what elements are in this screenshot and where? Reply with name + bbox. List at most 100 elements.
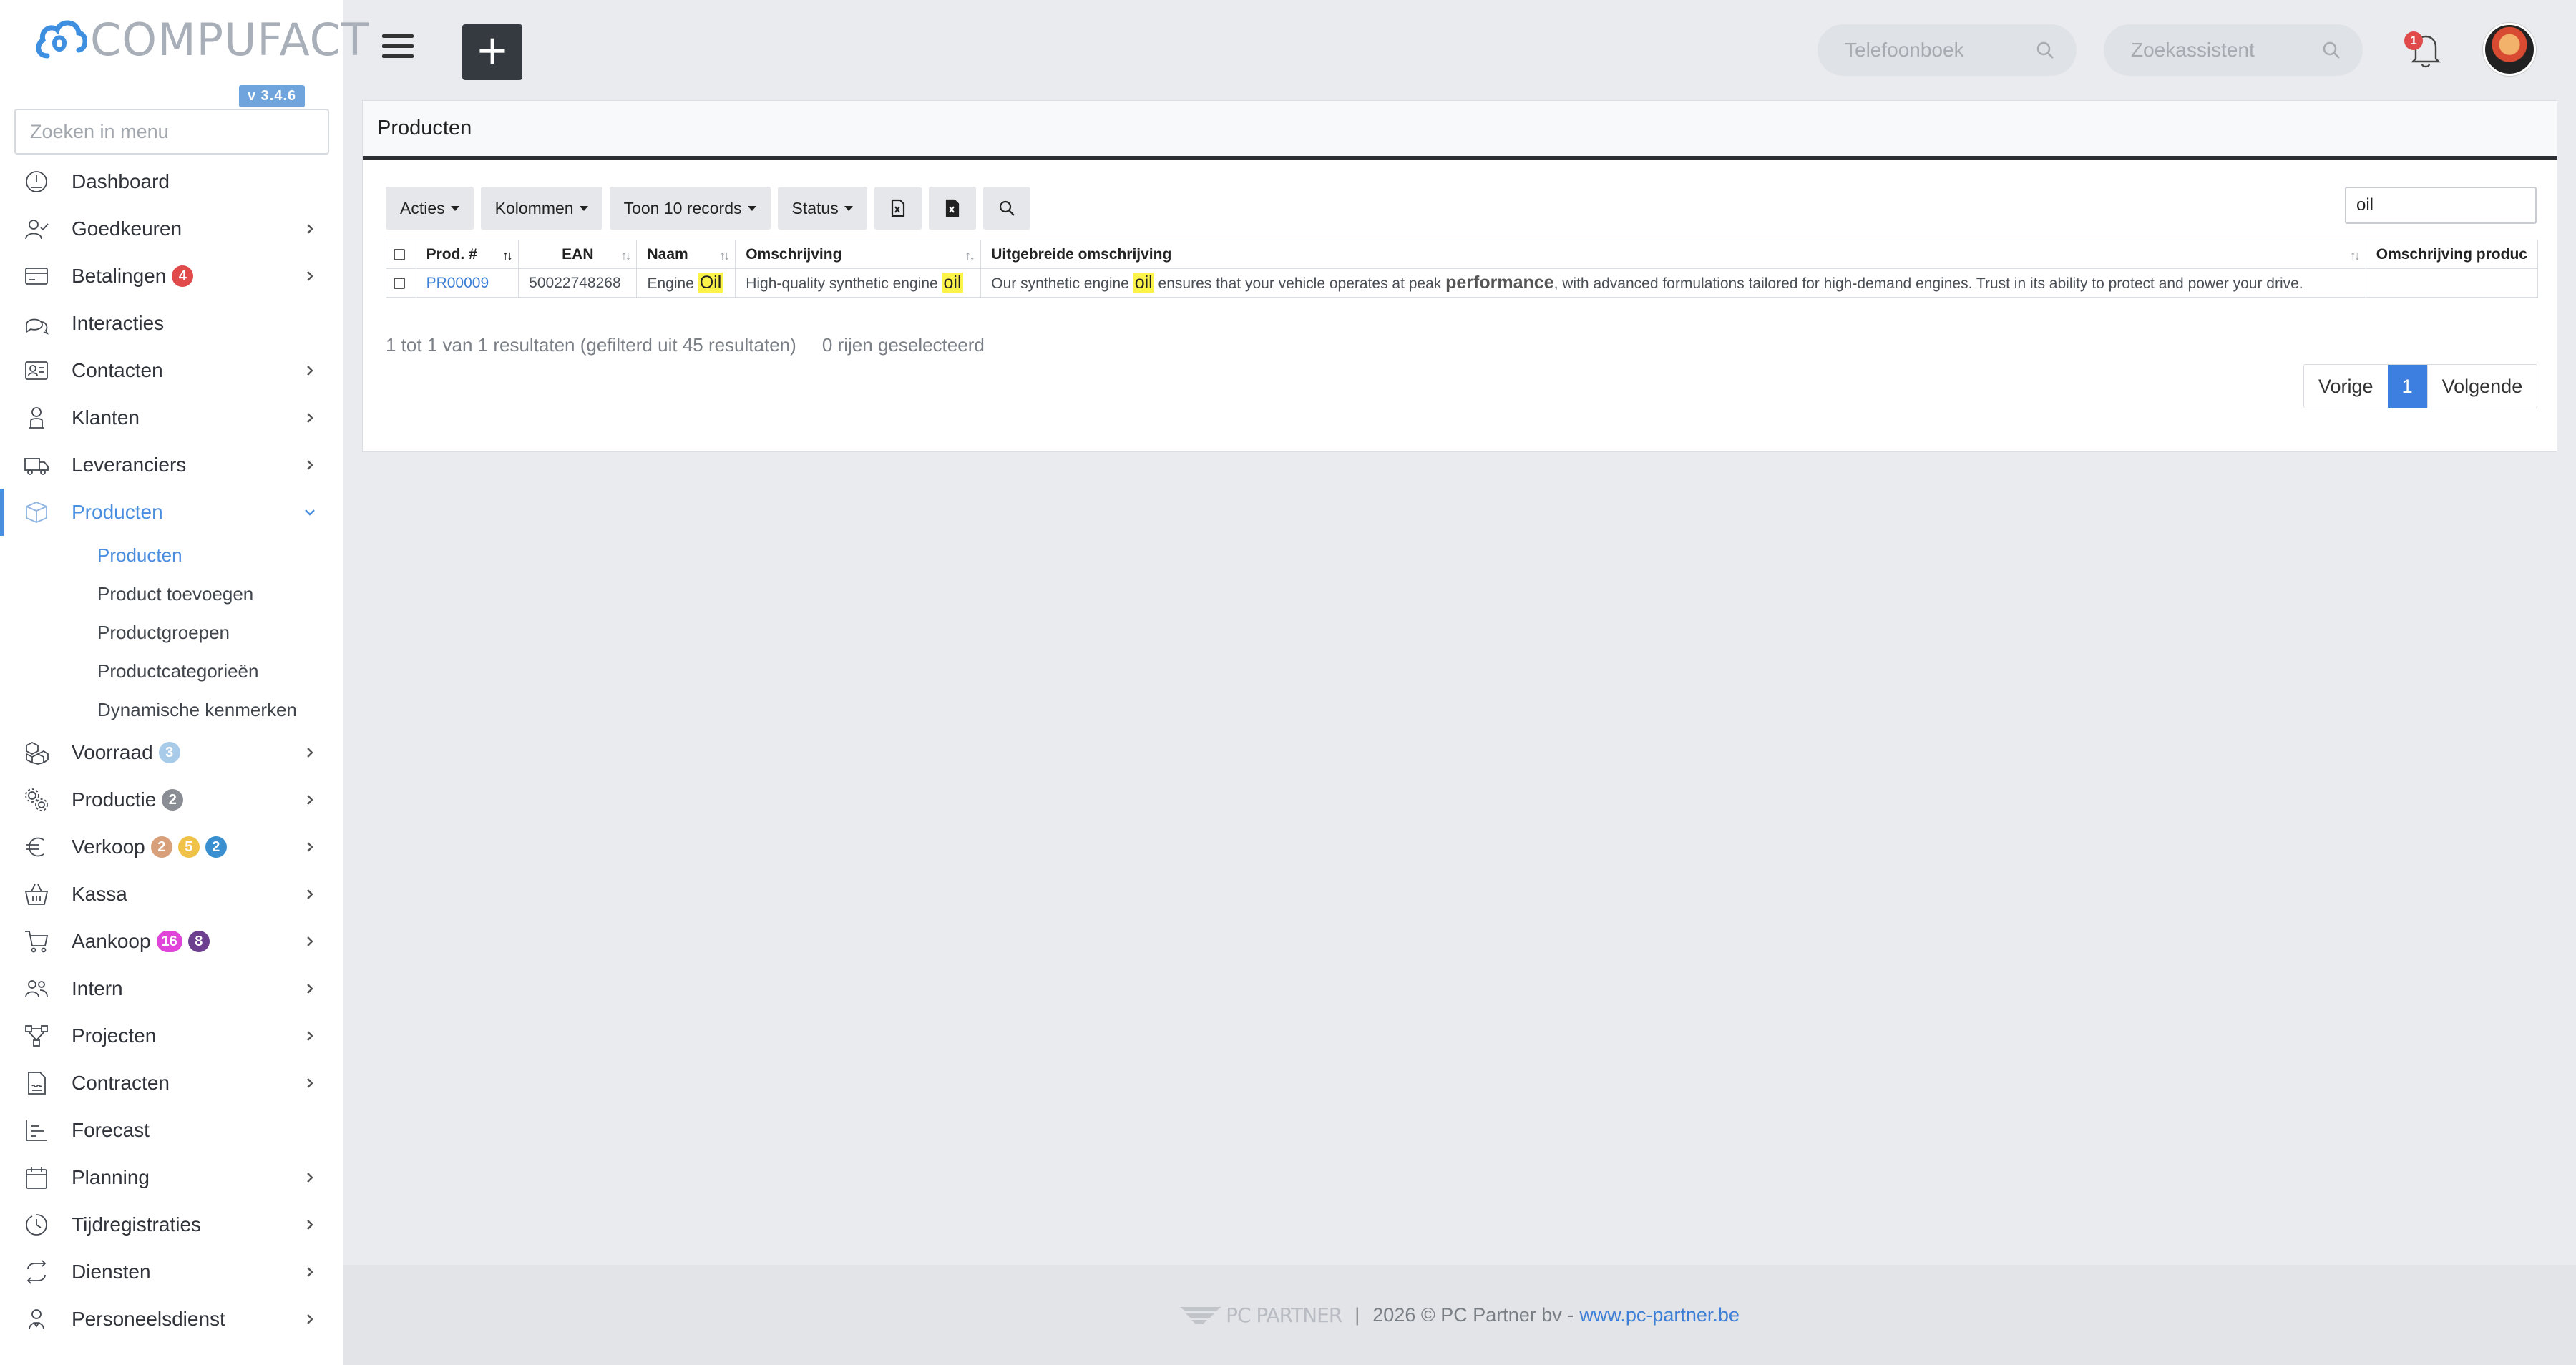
count-badge: 16 xyxy=(156,931,182,952)
col-prod-label: Prod. # xyxy=(426,245,477,263)
sidebar-item-label: Personeelsdienst xyxy=(72,1308,225,1330)
uitgebreide-text-end: , with advanced formulations tailored fo… xyxy=(1553,275,2303,292)
sidebar-item-goedkeuren[interactable]: Goedkeuren xyxy=(0,205,343,253)
sidebar-item-voorraad[interactable]: Voorraad 3 xyxy=(0,729,343,776)
credit-card-icon xyxy=(23,263,50,290)
sidebar-item-personeelsdienst[interactable]: Personeelsdienst xyxy=(0,1296,343,1343)
col-naam[interactable]: Naam ↑↓ xyxy=(636,240,736,269)
sidebar-item-interacties[interactable]: Interacties xyxy=(0,300,343,347)
sidebar-item-dashboard[interactable]: Dashboard xyxy=(0,158,343,205)
chevron-right-icon xyxy=(303,411,316,424)
sidebar-item-projecten[interactable]: Projecten xyxy=(0,1012,343,1060)
select-all-checkbox-cell[interactable] xyxy=(386,240,416,269)
basket-icon xyxy=(23,881,50,908)
row-checkbox-cell[interactable] xyxy=(386,268,416,298)
submenu-item[interactable]: Productcategorieën xyxy=(0,652,343,690)
chevron-right-icon xyxy=(303,1218,316,1231)
assistant-search[interactable]: Zoekassistent xyxy=(2104,24,2363,76)
brand-logo[interactable]: COMPUFACT xyxy=(33,13,369,66)
status-dropdown[interactable]: Status xyxy=(777,187,867,230)
forecast-chart-icon xyxy=(23,1117,50,1144)
sidebar-item-label: Productie xyxy=(72,788,157,811)
kolommen-label: Kolommen xyxy=(494,198,574,217)
add-button[interactable]: + xyxy=(462,24,522,80)
sidebar-item-verkoop[interactable]: Verkoop 2 5 2 xyxy=(0,823,343,871)
table-row[interactable]: PR00009 50022748268 Engine Oil High-qual… xyxy=(386,268,2538,298)
sidebar-item-diensten[interactable]: Diensten xyxy=(0,1248,343,1296)
current-page-button[interactable]: 1 xyxy=(2387,365,2427,408)
sidebar-item-productie[interactable]: Productie 2 xyxy=(0,776,343,823)
row-checkbox[interactable] xyxy=(394,277,405,289)
submenu-item[interactable]: Producten xyxy=(0,536,343,574)
sidebar-item-label: Goedkeuren xyxy=(72,217,182,240)
col-uitgebreide-omschrijving[interactable]: Uitgebreide omschrijving ↑↓ xyxy=(980,240,2366,269)
count-badge: 4 xyxy=(172,265,194,287)
sidebar-item-producten[interactable]: Producten xyxy=(0,489,343,536)
file-export-icon xyxy=(945,199,959,217)
sidebar-item-contracten[interactable]: Contracten xyxy=(0,1060,343,1107)
select-all-checkbox[interactable] xyxy=(394,248,405,260)
sidebar-item-label: Projecten xyxy=(72,1024,157,1047)
sidebar-item-label: Kassa xyxy=(72,883,127,905)
sidebar-item-contacten[interactable]: Contacten xyxy=(0,347,343,394)
kolommen-dropdown[interactable]: Kolommen xyxy=(480,187,602,230)
selected-info: 0 rijen geselecteerd xyxy=(821,334,985,356)
naam-text: Engine xyxy=(647,275,698,292)
pagination: Vorige 1 Volgende xyxy=(2303,364,2538,408)
sort-icon: ↑↓ xyxy=(2349,248,2361,263)
acties-dropdown[interactable]: Acties xyxy=(386,187,474,230)
cell-prod[interactable]: PR00009 xyxy=(415,268,519,298)
records-dropdown[interactable]: Toon 10 records xyxy=(609,187,771,230)
sidebar-item-aankoop[interactable]: Aankoop 16 8 xyxy=(0,918,343,965)
col-prod[interactable]: Prod. # ↑↓ xyxy=(415,240,519,269)
submenu-item[interactable]: Dynamische kenmerken xyxy=(0,690,343,729)
export-excel-button[interactable] xyxy=(874,187,922,230)
sort-icon: ↑↓ xyxy=(719,248,730,263)
sidebar-item-klanten[interactable]: Klanten xyxy=(0,394,343,441)
sidebar-item-label: Tijdregistraties xyxy=(72,1213,202,1236)
phonebook-search[interactable]: Telefoonboek xyxy=(1818,24,2077,76)
sidebar-item-kassa[interactable]: Kassa xyxy=(0,871,343,918)
chat-icon xyxy=(23,310,50,337)
chevron-right-icon xyxy=(303,841,316,853)
products-card: Producten Acties Kolommen Toon 10 record… xyxy=(362,100,2557,452)
sort-icon: ↑↓ xyxy=(965,248,975,263)
search-button[interactable] xyxy=(982,187,1030,230)
submenu-item[interactable]: Product toevoegen xyxy=(0,574,343,613)
next-page-button[interactable]: Volgende xyxy=(2426,365,2537,408)
sidebar-item-planning[interactable]: Planning xyxy=(0,1154,343,1201)
export-file-button[interactable] xyxy=(928,187,976,230)
sidebar-item-betalingen[interactable]: Betalingen 4 xyxy=(0,253,343,300)
chevron-right-icon xyxy=(303,364,316,377)
col-ean[interactable]: EAN ↑↓ xyxy=(518,240,638,269)
menu-search-input[interactable] xyxy=(14,109,329,155)
chevron-right-icon xyxy=(303,459,316,471)
chevron-down-icon xyxy=(303,506,316,519)
sidebar-item-label: Verkoop xyxy=(72,836,145,858)
user-avatar[interactable] xyxy=(2483,23,2536,76)
sidebar-item-forecast[interactable]: Forecast xyxy=(0,1107,343,1154)
copyright: 2026 © PC Partner bv - xyxy=(1372,1303,1574,1326)
calendar-icon xyxy=(23,1164,50,1191)
sidebar-item-intern[interactable]: Intern xyxy=(0,965,343,1012)
sidebar-item-tijdregistraties[interactable]: Tijdregistraties xyxy=(0,1201,343,1248)
notification-count-badge: 1 xyxy=(2404,31,2423,50)
project-icon xyxy=(23,1022,50,1050)
previous-page-button[interactable]: Vorige xyxy=(2304,365,2388,408)
website-link[interactable]: www.pc-partner.be xyxy=(1579,1304,1740,1326)
euro-icon xyxy=(23,833,50,861)
product-link[interactable]: PR00009 xyxy=(426,275,489,291)
table-info: 1 tot 1 van 1 resultaten (gefilterd uit … xyxy=(386,334,985,356)
col-omschrijving[interactable]: Omschrijving ↑↓ xyxy=(735,240,982,269)
table-search-input[interactable] xyxy=(2345,187,2537,224)
cell-omschrijving-product xyxy=(2365,268,2538,298)
submenu-item[interactable]: Productgroepen xyxy=(0,613,343,652)
pc-partner-logo: PC PARTNER xyxy=(1180,1303,1342,1327)
chevron-right-icon xyxy=(303,982,316,995)
hamburger-menu-icon[interactable] xyxy=(382,34,414,63)
col-omschrijving-product[interactable]: Omschrijving produc xyxy=(2365,240,2538,269)
sidebar-item-label: Klanten xyxy=(72,406,140,429)
phonebook-placeholder: Telefoonboek xyxy=(1845,39,1964,61)
sidebar-item-leveranciers[interactable]: Leveranciers xyxy=(0,441,343,489)
brand-name: COMPUFACT xyxy=(90,13,369,66)
